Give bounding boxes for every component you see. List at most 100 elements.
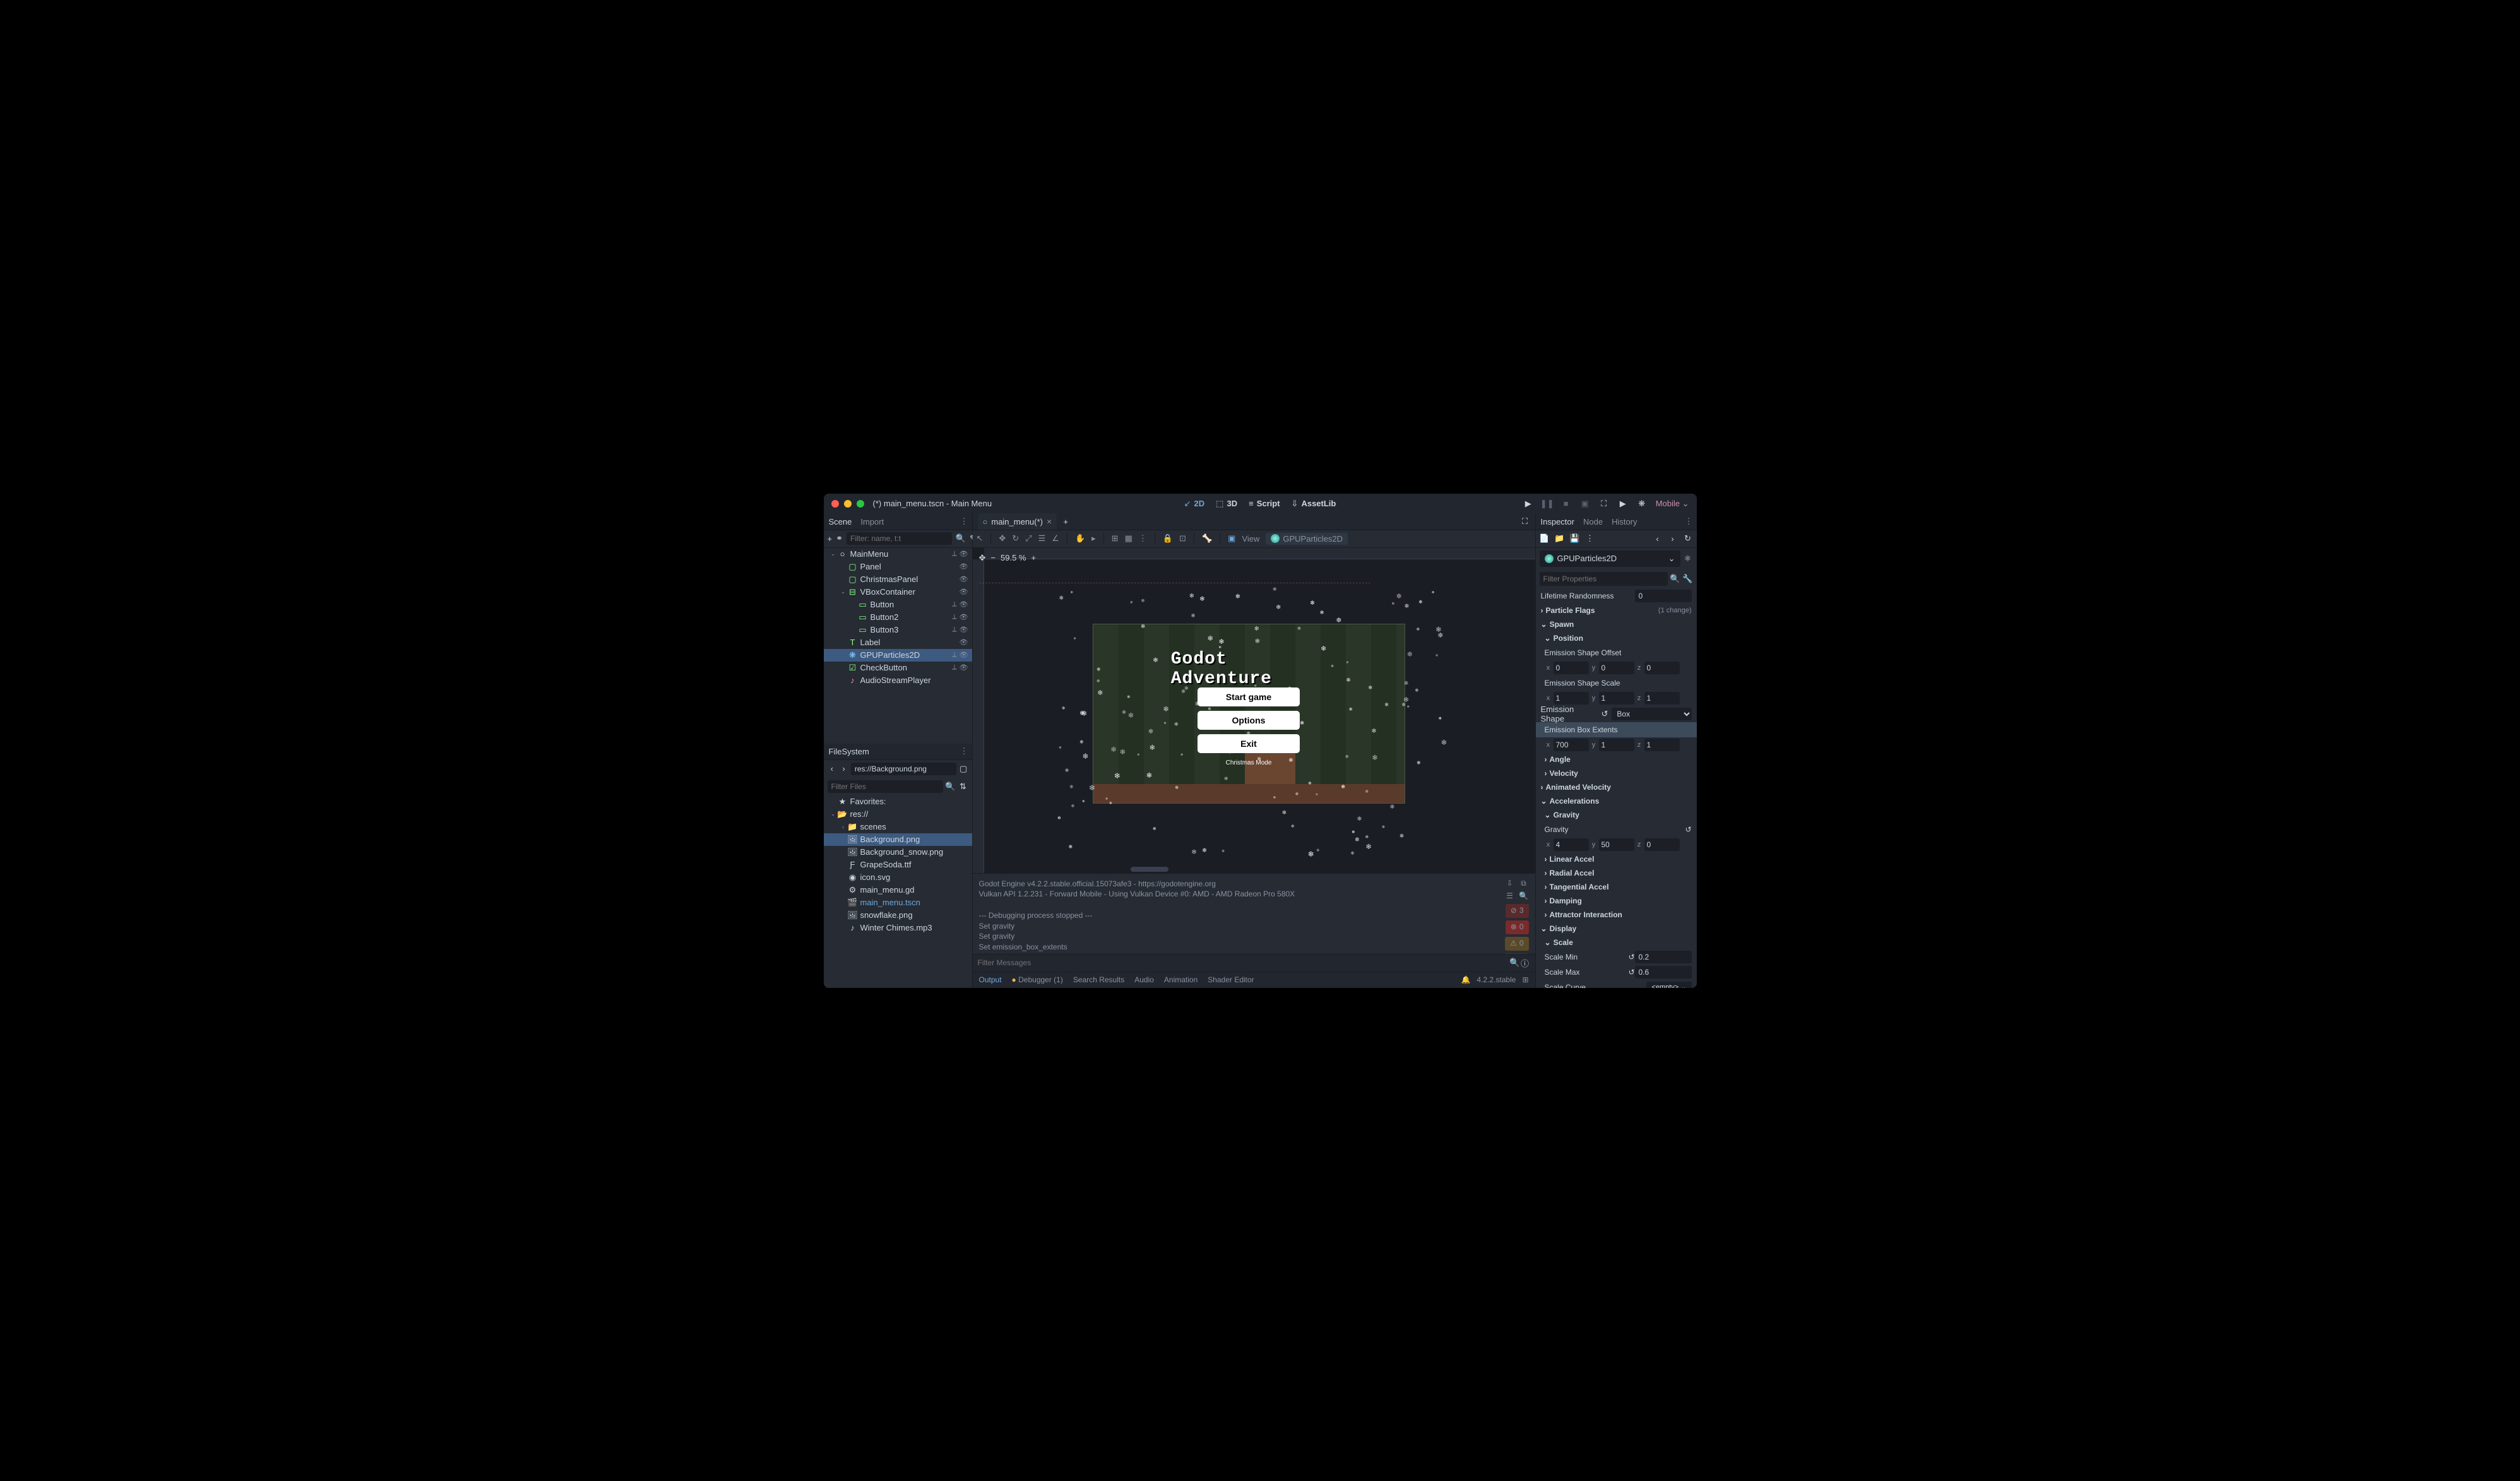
- tree-item-button[interactable]: ▭Button⟂ 👁: [824, 598, 972, 611]
- revert-icon[interactable]: ↺: [1602, 709, 1608, 719]
- fs-item-favorites-[interactable]: ★Favorites:: [824, 795, 972, 808]
- tree-item-button2[interactable]: ▭Button2⟂ 👁: [824, 611, 972, 624]
- search-log-icon[interactable]: 🔍: [1519, 891, 1529, 901]
- history-fwd-icon[interactable]: ›: [1668, 533, 1678, 544]
- tools-icon[interactable]: 🔧: [1683, 574, 1693, 584]
- play-icon[interactable]: ▶: [1523, 499, 1533, 509]
- section-accelerations[interactable]: Accelerations: [1536, 794, 1697, 808]
- tree-item-vboxcontainer[interactable]: ⌄⊟VBoxContainer 👁: [824, 586, 972, 598]
- section-radial-accel[interactable]: Radial Accel: [1536, 866, 1697, 880]
- link-icon[interactable]: ⚭: [836, 533, 843, 544]
- prop-scale-curve-dropdown[interactable]: <empty> ⌄: [1646, 982, 1691, 988]
- visibility-icon[interactable]: 👁: [960, 638, 968, 646]
- movie-icon[interactable]: ⛶: [1599, 499, 1609, 509]
- section-position[interactable]: Position: [1536, 631, 1697, 645]
- inspector-node-dropdown[interactable]: GPUParticles2D ⌄: [1540, 550, 1680, 567]
- signal-icon[interactable]: ⟂: [952, 651, 956, 659]
- search-icon[interactable]: 🔍: [956, 533, 966, 544]
- stop-icon[interactable]: ■: [1561, 499, 1571, 509]
- section-tangential-accel[interactable]: Tangential Accel: [1536, 880, 1697, 894]
- history-back-icon[interactable]: ‹: [1653, 533, 1663, 544]
- close-tab-icon[interactable]: ×: [1047, 516, 1052, 526]
- error-count-badge[interactable]: ⊘ 3: [1506, 904, 1529, 918]
- section-attractor[interactable]: Attractor Interaction: [1536, 908, 1697, 922]
- prop-emission-offset[interactable]: x y z: [1545, 662, 1680, 674]
- lock-icon[interactable]: 🔒: [1163, 533, 1173, 544]
- render-icon[interactable]: ❋: [1637, 499, 1647, 509]
- expand-icon[interactable]: ⛶: [1520, 516, 1530, 526]
- prop-scale-max-input[interactable]: [1635, 966, 1692, 978]
- notification-icon[interactable]: 🔔: [1461, 975, 1470, 984]
- scene-filter-input[interactable]: [847, 532, 952, 545]
- particles-menu[interactable]: GPUParticles2D: [1266, 533, 1348, 545]
- tab-debugger[interactable]: ● Debugger (1): [1012, 975, 1063, 984]
- save-resource-icon[interactable]: 💾: [1570, 533, 1580, 544]
- prop-lifetime-randomness-input[interactable]: [1635, 590, 1692, 602]
- revert-icon[interactable]: ↺: [1628, 953, 1634, 961]
- tab-output[interactable]: Output: [979, 975, 1002, 984]
- tree-item-panel[interactable]: ▢Panel 👁: [824, 561, 972, 573]
- section-linear-accel[interactable]: Linear Accel: [1536, 852, 1697, 866]
- visibility-icon[interactable]: 👁: [960, 626, 968, 634]
- measure-tool-icon[interactable]: ▸: [1091, 533, 1096, 544]
- tree-item-gpuparticles2d[interactable]: ❋GPUParticles2D⟂ 👁: [824, 649, 972, 662]
- fs-thumb-icon[interactable]: ▢: [959, 764, 968, 774]
- render-mode-dropdown[interactable]: Mobile ⌄: [1656, 499, 1689, 509]
- tree-item-button3[interactable]: ▭Button3⟂ 👁: [824, 624, 972, 636]
- fs-item-res---[interactable]: ⌄📂res://: [824, 808, 972, 821]
- zoom-center-icon[interactable]: ✥: [979, 553, 986, 563]
- zoom-out-icon[interactable]: −: [990, 553, 996, 562]
- signal-icon[interactable]: ⟂: [952, 550, 956, 558]
- inspector-options-icon[interactable]: ⋮: [1685, 516, 1693, 526]
- editor-tab-main-menu[interactable]: ○ main_menu(*) ×: [978, 513, 1057, 530]
- mode-2d[interactable]: ↙ 2D: [1184, 499, 1205, 509]
- fs-item-background-png[interactable]: 🖼Background.png: [824, 833, 972, 846]
- tree-item-christmaspanel[interactable]: ▢ChristmasPanel 👁: [824, 573, 972, 586]
- prop-emission-scale[interactable]: x y z: [1545, 692, 1680, 705]
- viewport-scrollbar[interactable]: [1131, 867, 1333, 872]
- tree-item-mainmenu[interactable]: ⌄○MainMenu⟂ 👁: [824, 548, 972, 561]
- rotate-tool-icon[interactable]: ↻: [1012, 533, 1019, 544]
- fs-item-winter-chimes-mp3[interactable]: ♪Winter Chimes.mp3: [824, 922, 972, 934]
- filesystem-tree[interactable]: ★Favorites:⌄📂res://›📁scenes🖼Background.p…: [824, 795, 972, 988]
- prop-emission-box-extents[interactable]: x y z: [1545, 739, 1680, 751]
- zoom-level[interactable]: 59.5 %: [1001, 553, 1026, 562]
- prop-scale-min-input[interactable]: [1635, 951, 1692, 963]
- warning-count-badge[interactable]: ⚠ 0: [1505, 937, 1528, 951]
- visibility-icon[interactable]: 👁: [960, 663, 968, 672]
- fs-item-main-menu-tscn[interactable]: 🎬main_menu.tscn: [824, 896, 972, 909]
- grid-icon[interactable]: ▦: [1125, 533, 1132, 544]
- prop-emission-shape-select[interactable]: Box: [1612, 708, 1691, 720]
- select-tool-icon[interactable]: ↖: [977, 533, 984, 544]
- section-display[interactable]: Display: [1536, 922, 1697, 936]
- tab-audio[interactable]: Audio: [1134, 975, 1154, 984]
- fs-path-input[interactable]: [851, 763, 956, 775]
- signal-icon[interactable]: ⟂: [952, 626, 956, 634]
- revert-icon[interactable]: ↺: [1628, 968, 1634, 977]
- tab-scene[interactable]: Scene: [829, 517, 852, 526]
- signal-icon[interactable]: ⟂: [952, 600, 956, 609]
- tab-history[interactable]: History: [1612, 517, 1637, 526]
- scale-tool-icon[interactable]: ⤢: [1025, 533, 1031, 544]
- override-camera-icon[interactable]: ▣: [1228, 533, 1235, 544]
- load-resource-icon[interactable]: 📁: [1555, 533, 1565, 544]
- remote-icon[interactable]: ▣: [1580, 499, 1590, 509]
- inspector-extra-icon[interactable]: ⚛: [1683, 554, 1693, 564]
- fs-filter-input[interactable]: [828, 780, 943, 793]
- fs-options-icon[interactable]: ⋮: [960, 746, 968, 756]
- section-velocity[interactable]: Velocity: [1536, 766, 1697, 780]
- copy-log-icon[interactable]: ⧉: [1519, 879, 1529, 889]
- fs-item-snowflake-png[interactable]: 🖼snowflake.png: [824, 909, 972, 922]
- fs-item-icon-svg[interactable]: ◉icon.svg: [824, 871, 972, 884]
- add-tab-icon[interactable]: +: [1061, 516, 1071, 526]
- section-animated-velocity[interactable]: Animated Velocity: [1536, 780, 1697, 794]
- section-angle[interactable]: Angle: [1536, 752, 1697, 766]
- fs-item-grapesoda-ttf[interactable]: ƑGrapeSoda.ttf: [824, 859, 972, 871]
- bone-icon[interactable]: 🦴: [1202, 533, 1212, 544]
- visibility-icon[interactable]: 👁: [960, 651, 968, 659]
- info-count-badge[interactable]: ⓘ 4: [1504, 953, 1529, 954]
- fs-item-background-snow-png[interactable]: 🖼Background_snow.png: [824, 846, 972, 859]
- nav-back-icon[interactable]: ‹: [828, 764, 837, 774]
- play-scene-icon[interactable]: ▶: [1618, 499, 1628, 509]
- new-resource-icon[interactable]: 📄: [1540, 533, 1550, 544]
